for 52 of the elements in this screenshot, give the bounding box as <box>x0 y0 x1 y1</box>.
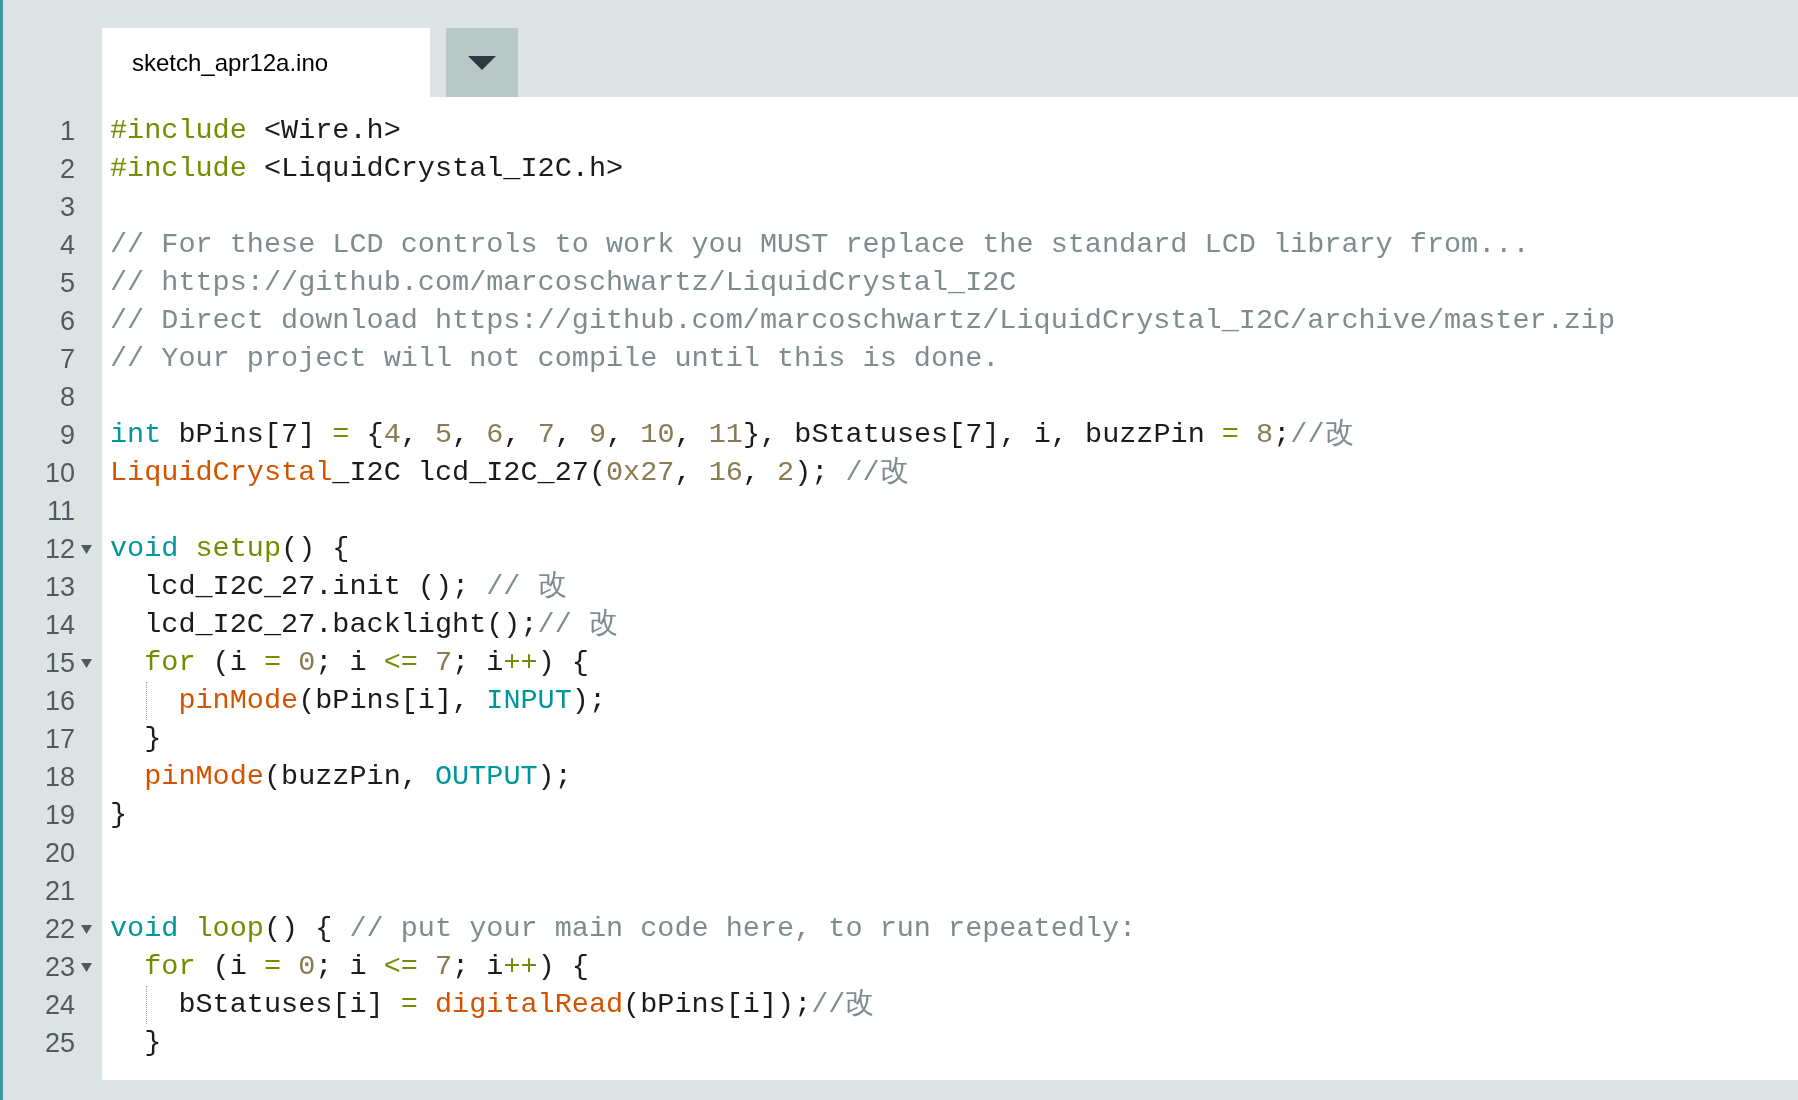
line-number: 11 <box>45 495 75 528</box>
code-line: // Direct download https://github.com/marcoschwartz/LiquidCrystal_I2C/archive/master.zip <box>110 303 1616 339</box>
line-number: 14 <box>43 609 75 642</box>
line-number: 15 <box>43 647 75 680</box>
caret-icon <box>468 55 496 70</box>
fold-arrow-icon[interactable] <box>81 658 92 668</box>
line-number: 13 <box>43 571 75 604</box>
code-line: pinMode(buzzPin, OUTPUT); <box>143 759 572 795</box>
code-line: void loop() { // put your main code here, to run repeatedly: <box>110 911 1137 947</box>
code-line: lcd_I2C_27.backlight();// 改 <box>143 607 618 643</box>
line-number: 4 <box>58 229 75 262</box>
line-number: 19 <box>43 799 75 832</box>
line-number: 5 <box>58 267 75 300</box>
code-line: for (i = 0; i <= 7; i++) { <box>143 645 589 681</box>
fold-arrow-icon[interactable] <box>81 962 92 972</box>
code-line: } <box>143 721 162 757</box>
code-line: // For these LCD controls to work you MUST replace the standard LCD library from... <box>110 227 1530 263</box>
code-line: } <box>110 797 128 833</box>
code-line: #include <LiquidCrystal_I2C.h> <box>110 151 624 187</box>
line-number: 7 <box>58 343 75 376</box>
line-number: 6 <box>58 305 75 338</box>
dropdown-button[interactable] <box>446 28 518 97</box>
line-number: 12 <box>43 533 75 566</box>
line-number: 9 <box>58 419 75 452</box>
line-number: 8 <box>58 381 75 414</box>
code-line: pinMode(bPins[i], INPUT); <box>177 683 606 719</box>
fold-arrow-icon[interactable] <box>81 924 92 934</box>
code-line: LiquidCrystal_I2C lcd_I2C_27(0x27, 16, 2); //改 <box>110 455 909 491</box>
code-line: void setup() { <box>110 531 350 567</box>
line-number: 17 <box>43 723 75 756</box>
line-number: 16 <box>43 685 75 718</box>
fold-arrow-icon[interactable] <box>81 544 92 554</box>
line-number: 21 <box>43 875 75 908</box>
code-line: // https://github.com/marcoschwartz/LiquidCrystal_I2C <box>110 265 1017 301</box>
code-line: #include <Wire.h> <box>110 113 401 149</box>
code-line: bStatuses[i] = digitalRead(bPins[i]);//改 <box>177 987 875 1023</box>
file-tab[interactable]: sketch_apr12a.ino <box>102 28 430 97</box>
line-number: 20 <box>43 837 75 870</box>
code-line: for (i = 0; i <= 7; i++) { <box>143 949 589 985</box>
code-line: } <box>143 1025 162 1061</box>
line-number: 24 <box>43 989 75 1022</box>
line-number: 22 <box>43 913 75 946</box>
line-number: 25 <box>43 1027 75 1060</box>
line-number: 2 <box>58 153 75 186</box>
line-number: 23 <box>43 951 75 984</box>
line-number: 3 <box>58 191 75 224</box>
code-line: lcd_I2C_27.init (); // 改 <box>143 569 567 605</box>
line-number: 18 <box>43 761 75 794</box>
line-number: 1 <box>58 115 75 148</box>
code-line: int bPins[7] = {4, 5, 6, 7, 9, 10, 11}, bStatuses[7], i, buzzPin = 8;//改 <box>110 417 1354 453</box>
line-number: 10 <box>43 457 75 490</box>
code-line: // Your project will not compile until this is done. <box>110 341 1000 377</box>
